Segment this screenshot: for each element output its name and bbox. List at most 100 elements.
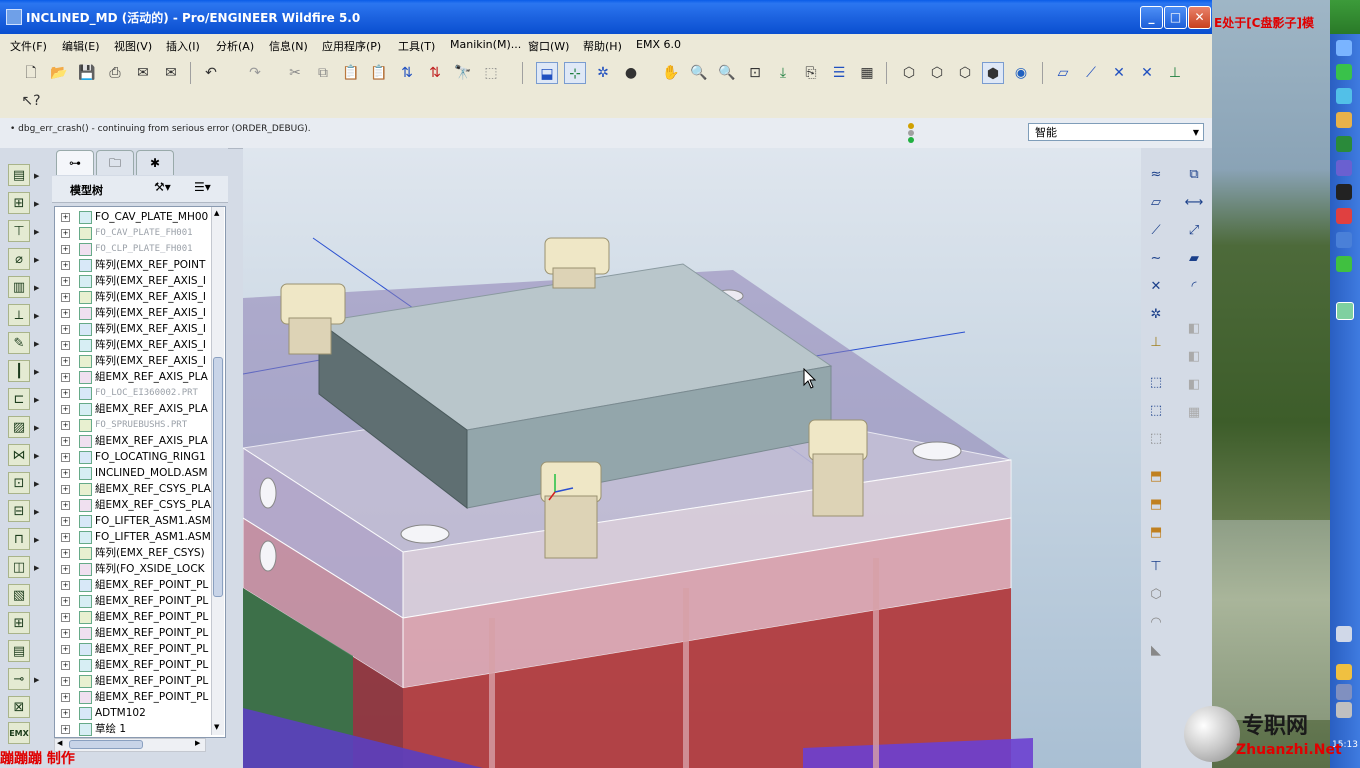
tree-row[interactable]: + FO_LOC_EI360002.PRT — [55, 385, 215, 401]
security-icon[interactable] — [1336, 256, 1352, 272]
annotation-display-icon[interactable]: ⊥ — [1164, 62, 1186, 84]
trim-icon[interactable]: ◧ — [1183, 318, 1205, 340]
dropdown-arrow-icon[interactable]: ▶ — [34, 676, 39, 684]
tree-row[interactable]: + 阵列(EMX_REF_AXIS_I — [55, 305, 215, 321]
expand-icon[interactable]: + — [61, 277, 70, 286]
tree-row[interactable]: + 組EMX_REF_POINT_PL — [55, 641, 215, 657]
scroll-down-icon[interactable]: ▼ — [214, 723, 219, 731]
hole-icon[interactable]: ⬡ — [1145, 584, 1167, 606]
expand-icon[interactable]: + — [61, 709, 70, 718]
mirror-icon[interactable]: ⟷ — [1183, 192, 1205, 214]
dropdown-arrow-icon[interactable]: ▶ — [34, 340, 39, 348]
expand-icon[interactable]: + — [61, 405, 70, 414]
expand-icon[interactable]: + — [61, 373, 70, 382]
ejector-stroke-icon[interactable]: ⊸ — [8, 668, 30, 690]
datum-curve-icon[interactable]: ∼ — [1145, 248, 1167, 270]
pan-hand-icon[interactable]: ✋ — [660, 62, 682, 84]
saved-views-icon[interactable]: ⎘ — [800, 62, 822, 84]
volume-icon[interactable] — [1336, 684, 1352, 700]
menu-item[interactable]: 窗口(W) — [528, 38, 569, 54]
latch-lock-icon[interactable]: ⊡ — [8, 472, 30, 494]
expand-icon[interactable]: + — [61, 533, 70, 542]
expand-icon[interactable]: + — [61, 261, 70, 270]
tree-row[interactable]: + 組EMX_REF_AXIS_PLA — [55, 433, 215, 449]
regen-manager-icon[interactable]: ⇅ — [424, 62, 446, 84]
stop-pin-icon[interactable]: ⊟ — [8, 500, 30, 522]
dropdown-arrow-icon[interactable]: ▶ — [34, 480, 39, 488]
extend-icon[interactable]: ⤢ — [1183, 220, 1205, 242]
sequence-icon[interactable]: ◫ — [8, 556, 30, 578]
datum-axis-icon[interactable]: ⊹ — [564, 62, 586, 84]
tree-hscroll-thumb[interactable] — [69, 740, 143, 749]
analysis-icon[interactable]: ⊥ — [1145, 332, 1167, 354]
tab-folder-browser[interactable]: 🗀 — [96, 150, 134, 175]
maximize-button[interactable]: □ — [1164, 6, 1187, 29]
book-icon[interactable] — [1336, 136, 1352, 152]
dropdown-arrow-icon[interactable]: ▶ — [34, 228, 39, 236]
assembly-icon[interactable]: ⬒ — [1145, 522, 1167, 544]
csys-tool-icon[interactable]: ✲ — [1145, 304, 1167, 326]
menu-item[interactable]: 编辑(E) — [62, 38, 100, 54]
scroll-right-icon[interactable]: ▶ — [195, 739, 200, 747]
axis-display-icon[interactable]: ⟋ — [1080, 62, 1102, 84]
hatch-icon[interactable]: ▧ — [8, 584, 30, 606]
expand-icon[interactable]: + — [61, 629, 70, 638]
folder-icon[interactable] — [1336, 112, 1352, 128]
ejector-pin-icon[interactable]: ⟂ — [8, 304, 30, 326]
expand-icon[interactable]: + — [61, 309, 70, 318]
tree-vertical-scrollbar[interactable]: ▲ ▼ — [211, 207, 224, 735]
tree-row[interactable]: + FO_LIFTER_ASM1.ASM — [55, 513, 215, 529]
tree-row[interactable]: + 組EMX_REF_POINT_PL — [55, 625, 215, 641]
hidden-line-icon[interactable]: ⬡ — [926, 62, 948, 84]
menu-item[interactable]: 信息(N) — [269, 38, 308, 54]
round-icon[interactable]: ◠ — [1145, 612, 1167, 634]
expand-icon[interactable]: + — [61, 389, 70, 398]
boundary-icon[interactable]: ◜ — [1183, 276, 1205, 298]
expand-icon[interactable]: + — [61, 693, 70, 702]
sketch-icon[interactable]: ≈ — [1145, 164, 1167, 186]
dropdown-arrow-icon[interactable]: ▶ — [34, 200, 39, 208]
tree-row[interactable]: + 組EMX_REF_AXIS_PLA — [55, 401, 215, 417]
zoom-in-icon[interactable]: 🔍 — [688, 62, 710, 84]
expand-icon[interactable]: + — [61, 485, 70, 494]
expand-icon[interactable]: + — [61, 677, 70, 686]
tree-row[interactable]: + 組EMX_REF_POINT_PL — [55, 657, 215, 673]
menu-item[interactable]: 工具(T) — [398, 38, 435, 54]
menu-item[interactable]: 应用程序(P) — [322, 38, 381, 54]
tree-row[interactable]: + 組EMX_REF_CSYS_PLA — [55, 497, 215, 513]
guide-component-icon[interactable]: ▥ — [8, 276, 30, 298]
expand-icon[interactable]: + — [61, 517, 70, 526]
app-icon[interactable] — [1336, 160, 1352, 176]
media-icon[interactable] — [1336, 208, 1352, 224]
reorient-icon[interactable]: ⤓ — [772, 62, 794, 84]
dropdown-arrow-icon[interactable]: ▶ — [34, 396, 39, 404]
datum-plane-display-icon[interactable]: ▱ — [1052, 62, 1074, 84]
dropdown-arrow-icon[interactable]: ▶ — [34, 284, 39, 292]
tree-row[interactable]: + 阵列(EMX_REF_AXIS_I — [55, 289, 215, 305]
merge-icon[interactable]: ⬒ — [1145, 466, 1167, 488]
tree-row[interactable]: + 阵列(FO_XSIDE_LOCK — [55, 561, 215, 577]
title-bar[interactable]: INCLINED_MD (活动的) - Pro/ENGINEER Wildfir… — [0, 0, 1212, 34]
wireframe-icon[interactable]: ⬡ — [898, 62, 920, 84]
shading-sphere-icon[interactable]: ● — [620, 62, 642, 84]
expand-icon[interactable]: + — [61, 357, 70, 366]
part-icon[interactable]: ⊤ — [1145, 556, 1167, 578]
tree-row[interactable]: + FO_CAV_PLATE_FH001 — [55, 225, 215, 241]
sprue-icon[interactable]: ✎ — [8, 332, 30, 354]
expand-icon[interactable]: + — [61, 645, 70, 654]
tree-row[interactable]: + 阵列(EMX_REF_AXIS_I — [55, 337, 215, 353]
expand-icon[interactable]: + — [61, 245, 70, 254]
expand-icon[interactable]: + — [61, 213, 70, 222]
mold-opening-icon[interactable]: ⊠ — [8, 696, 30, 718]
paste-icon[interactable]: 📋 — [340, 62, 362, 84]
dropdown-arrow-icon[interactable]: ▶ — [34, 424, 39, 432]
menu-item[interactable]: 视图(V) — [114, 38, 152, 54]
dropdown-arrow-icon[interactable]: ▶ — [34, 256, 39, 264]
cut-icon[interactable]: ✂ — [284, 62, 306, 84]
context-help-icon[interactable]: ↖? — [20, 90, 42, 112]
enhanced-realism-icon[interactable]: ◉ — [1010, 62, 1032, 84]
datum-point-tool-icon[interactable]: ✕ — [1145, 276, 1167, 298]
tab-model-tree[interactable]: ⊶ — [56, 150, 94, 175]
emx-icon[interactable]: EMX — [8, 722, 30, 744]
mold-layout-icon[interactable]: ▤ — [8, 164, 30, 186]
